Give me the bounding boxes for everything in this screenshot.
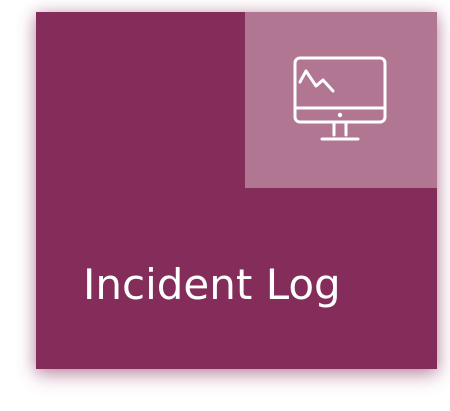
- monitor-chart-icon: [293, 56, 387, 141]
- tile-area: Incident Log: [0, 0, 450, 411]
- tile-icon-panel: [245, 12, 437, 188]
- tile-label: Incident Log: [83, 260, 341, 309]
- incident-log-tile[interactable]: Incident Log: [36, 12, 437, 369]
